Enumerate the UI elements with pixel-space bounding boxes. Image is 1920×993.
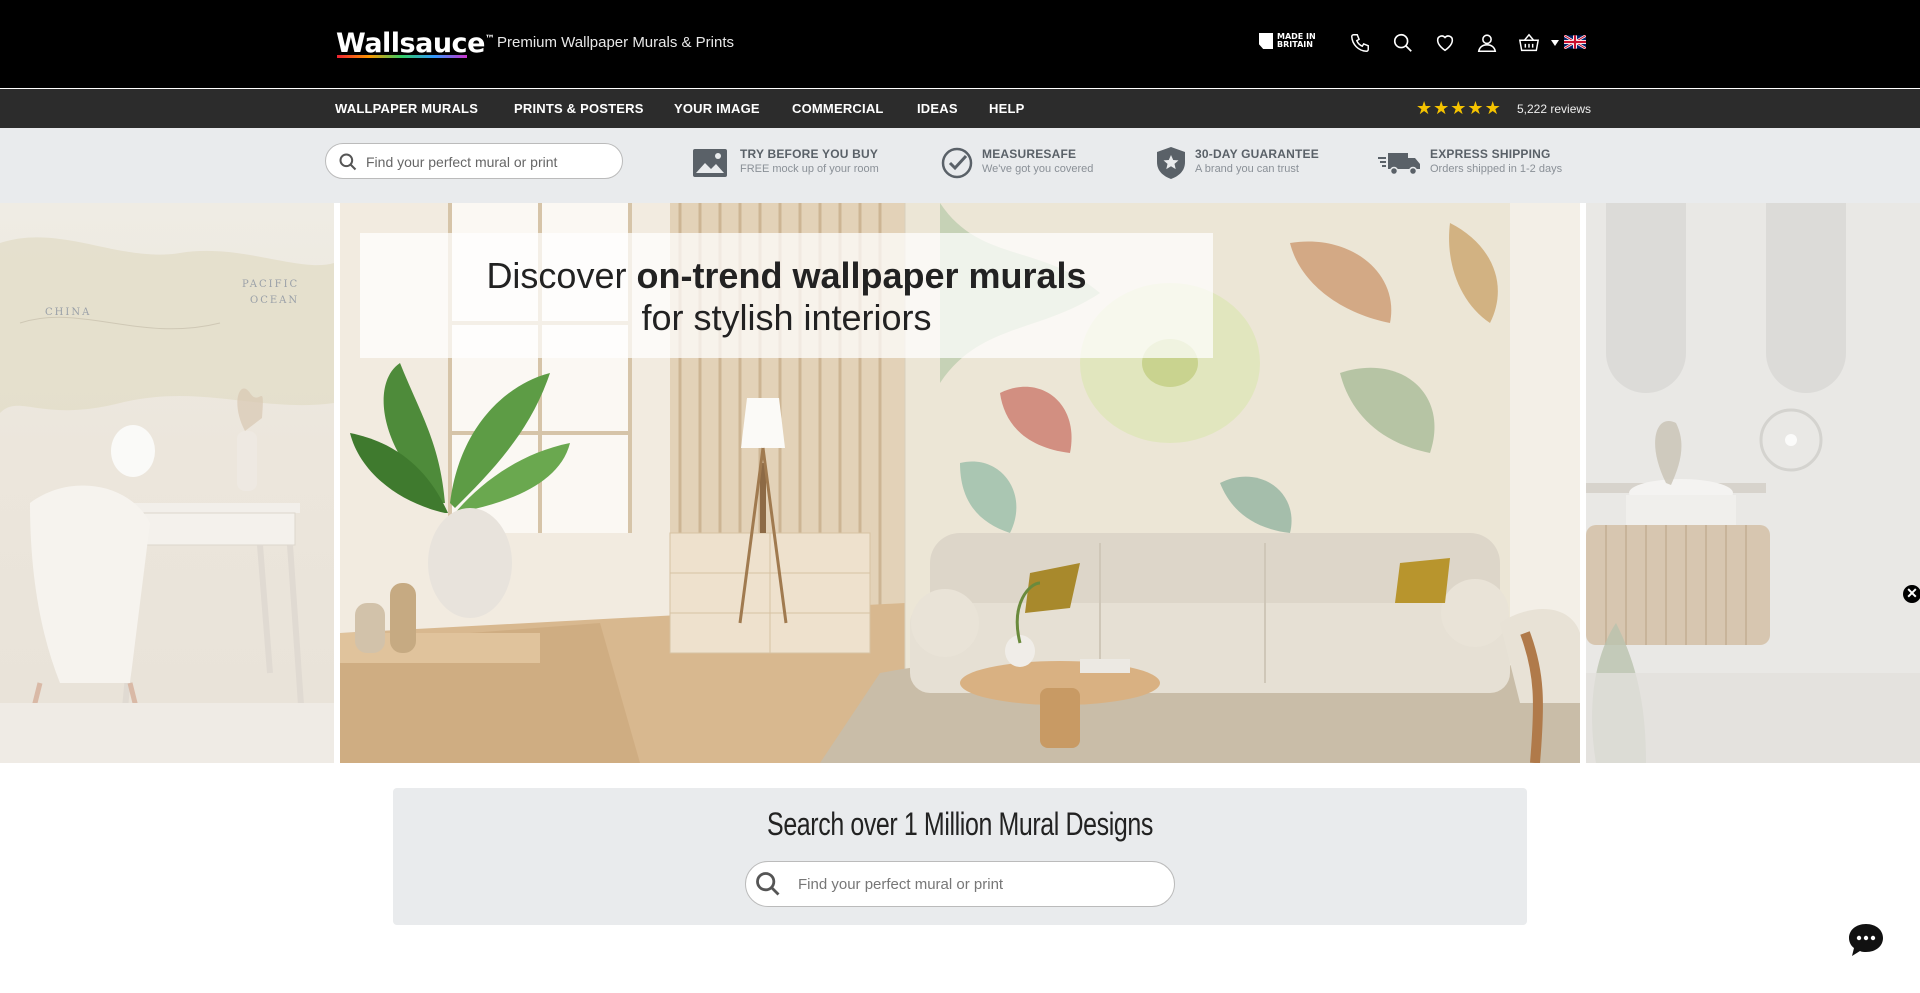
hero-slide-next[interactable]: [1586, 203, 1920, 763]
main-search-input[interactable]: Find your perfect mural or print: [745, 861, 1175, 907]
usp-subtitle: Orders shipped in 1-2 days: [1430, 163, 1563, 175]
main-nav: WALLPAPER MURALS PRINTS & POSTERS YOUR I…: [0, 89, 1920, 128]
search-placeholder: Find your perfect mural or print: [366, 154, 558, 170]
usp-subtitle: We've got you covered: [982, 163, 1094, 175]
search-icon: [756, 872, 780, 896]
usp-guarantee[interactable]: 30-DAY GUARANTEE A brand you can trust: [1195, 147, 1319, 175]
usp-subtitle: A brand you can trust: [1195, 163, 1299, 175]
hero-headline: Discover on-trend wallpaper murals: [360, 255, 1213, 297]
star-icon: ★: [1484, 98, 1501, 118]
top-header: Wallsauce™ Premium Wallpaper Murals & Pr…: [0, 0, 1920, 88]
nav-ideas[interactable]: IDEAS: [917, 101, 958, 116]
nav-your-image[interactable]: YOUR IMAGE: [674, 101, 760, 116]
star-icon: ★: [1450, 98, 1467, 118]
search-icon: [339, 153, 357, 171]
chat-icon[interactable]: [1846, 921, 1886, 961]
nav-wallpaper-murals[interactable]: WALLPAPER MURALS: [335, 101, 478, 116]
header-search-input[interactable]: Find your perfect mural or print: [325, 143, 623, 179]
map-label-china: CHINA: [45, 307, 91, 318]
usp-express-shipping[interactable]: EXPRESS SHIPPING Orders shipped in 1-2 d…: [1430, 147, 1562, 175]
star-icon: ★: [1467, 98, 1484, 118]
usp-title: EXPRESS SHIPPING: [1430, 147, 1551, 161]
logo-trademark: ™: [484, 34, 495, 45]
phone-icon[interactable]: [1349, 32, 1371, 54]
close-icon[interactable]: ✕: [1903, 585, 1920, 603]
star-icon: ★: [1416, 98, 1433, 118]
caret-down-icon[interactable]: [1551, 40, 1559, 46]
uk-flag-icon[interactable]: [1564, 35, 1586, 49]
hero-carousel[interactable]: CHINA PACIFIC OCEAN Discover on-trend wa…: [0, 203, 1920, 763]
image-icon: [692, 148, 728, 183]
nav-help[interactable]: HELP: [989, 101, 1024, 116]
truck-icon: [1378, 150, 1422, 181]
usp-try-before[interactable]: TRY BEFORE YOU BUY FREE mock up of your …: [740, 147, 879, 175]
check-badge-icon: [940, 146, 974, 185]
nav-prints-posters[interactable]: PRINTS & POSTERS: [514, 101, 644, 116]
made-in-line2: BRITAIN: [1277, 40, 1313, 49]
usp-title: MEASURESAFE: [982, 147, 1077, 161]
hero-subheadline: for stylish interiors: [641, 297, 932, 338]
rating-stars[interactable]: ★ ★ ★ ★ ★: [1416, 99, 1501, 117]
reviews-count[interactable]: 5,222 reviews: [1517, 102, 1591, 116]
shield-star-icon: [1155, 146, 1187, 185]
basket-icon[interactable]: [1518, 32, 1540, 54]
headline-bold: on-trend wallpaper murals: [636, 255, 1087, 296]
logo-underline: [337, 55, 467, 58]
usp-measuresafe[interactable]: MEASURESAFE We've got you covered: [982, 147, 1093, 175]
map-label-ocean: OCEAN: [250, 295, 299, 306]
search-icon[interactable]: [1392, 32, 1414, 54]
made-in-britain-icon: [1259, 33, 1273, 49]
nav-commercial[interactable]: COMMERCIAL: [792, 101, 884, 116]
map-label-pacific: PACIFIC: [242, 279, 299, 290]
user-icon[interactable]: [1476, 32, 1498, 54]
hero-headline-box: Discover on-trend wallpaper murals for s…: [360, 233, 1213, 358]
search-heading: Search over 1 Million Mural Designs: [767, 806, 1153, 842]
usp-subtitle: FREE mock up of your room: [740, 163, 879, 175]
made-in-britain-badge: MADE IN BRITAIN: [1259, 33, 1316, 49]
usp-title: TRY BEFORE YOU BUY: [740, 147, 879, 161]
headline-prefix: Discover: [486, 255, 637, 296]
search-placeholder: Find your perfect mural or print: [798, 876, 1004, 893]
mural-search-section: Search over 1 Million Mural Designs Find…: [393, 788, 1527, 925]
heart-icon[interactable]: [1434, 32, 1456, 54]
star-icon: ★: [1433, 98, 1450, 118]
usp-title: 30-DAY GUARANTEE: [1195, 147, 1319, 161]
tagline: Premium Wallpaper Murals & Prints: [497, 34, 735, 51]
hero-slide-previous[interactable]: CHINA PACIFIC OCEAN: [0, 203, 334, 763]
